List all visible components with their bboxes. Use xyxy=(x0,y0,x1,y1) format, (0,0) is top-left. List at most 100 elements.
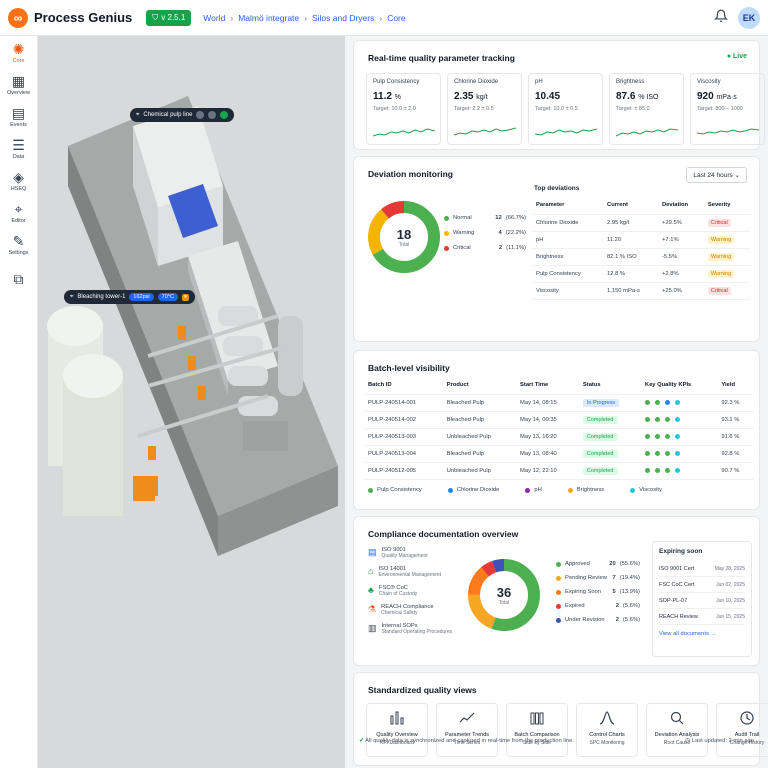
severity-badge: Warning xyxy=(707,269,735,278)
expiring-item[interactable]: REACH Review Jun 15, 2025 xyxy=(659,609,745,625)
legend-dot xyxy=(556,561,561,567)
magnifier-icon xyxy=(669,710,685,726)
tag-control-icon[interactable] xyxy=(196,111,205,119)
severity-badge: Warning xyxy=(707,252,735,261)
legend-item: Warning 4 (22.2%) xyxy=(444,230,526,236)
expiring-name: SOP-PL-07 xyxy=(659,597,688,604)
kpi-name: pH xyxy=(535,79,543,85)
legend-dot xyxy=(556,589,561,595)
select-value: Last 24 hours xyxy=(693,172,733,179)
cell: 92.8 % xyxy=(717,445,754,463)
kpi-chlorine-dioxide[interactable]: Chlorine Dioxide 2.35 kg/t Target: 2.2 ±… xyxy=(447,73,522,145)
breadcrumb-world[interactable]: World xyxy=(203,13,225,23)
cell: +7.1% xyxy=(658,231,704,249)
document-icon: ▤ xyxy=(368,547,377,557)
expiring-name: FSC CoC Cert xyxy=(659,581,695,588)
table-row[interactable]: Viscosity 1,150 mPa·s +25.0% Critical xyxy=(532,282,750,300)
kpi-brightness[interactable]: Brightness 87.6 % ISO Target: ± 85.0 xyxy=(609,73,684,145)
3d-plant-viewer[interactable]: ⌖ Chemical pulp line ⌖ Bleaching tower-1… xyxy=(38,36,345,768)
table-row[interactable]: pH 11.20 +7.1% Warning xyxy=(532,231,750,249)
shield-icon: ⛉ xyxy=(152,12,159,22)
doc-item[interactable]: ♣ FSC® CoC Chain of Custody xyxy=(368,585,452,597)
table-row[interactable]: PULP-240514-002 Bleached Pulp May 14, 00:3… xyxy=(364,411,754,429)
view-deviation-analysis[interactable]: Deviation Analysis Root Cause xyxy=(646,703,708,757)
external-link-button[interactable]: ⧉ xyxy=(14,272,24,286)
column-header: Key Quality KPIs xyxy=(640,377,718,395)
table-row[interactable]: PULP-240512-005 Unbleached Pulp May 12, 22… xyxy=(364,462,754,480)
cell: +2.8% xyxy=(658,265,704,283)
kpi-pulp-consistency[interactable]: Pulp Consistency 11.2 % Target: 10.0 ± 2… xyxy=(366,73,441,145)
cell: Pulp Consistency xyxy=(532,265,604,283)
tag-status-icon[interactable] xyxy=(220,111,229,119)
user-avatar[interactable]: EK xyxy=(738,6,760,29)
view-parameter-trends[interactable]: Parameter Trends Time Series xyxy=(436,703,498,757)
expiring-soon-panel: Expiring soon ISO 9001 Cert May 28, 2025 … xyxy=(652,541,752,657)
kpi-unit: % ISO xyxy=(638,94,659,101)
card-title: Batch-level visibility xyxy=(368,363,450,373)
breadcrumb-core[interactable]: Core xyxy=(387,13,405,23)
legend-pct: (66.7%) xyxy=(505,215,526,221)
view-batch-comparison[interactable]: Batch Comparison Side by Side xyxy=(506,703,568,757)
cell: 1,150 mPa·s xyxy=(603,282,658,300)
alert-icon[interactable]: ⏸ xyxy=(181,293,189,301)
table-row[interactable]: PULP-240514-001 Bleached Pulp May 14, 08:1… xyxy=(364,394,754,412)
tag-bleaching-tower[interactable]: ⌖ Bleaching tower-1 162psi 70°C ⏸ xyxy=(64,290,195,304)
view-control-charts[interactable]: Control Charts SPC Monitoring xyxy=(576,703,638,757)
table-row[interactable]: Pulp Consistency 12.8 % +2.8% Warning xyxy=(532,265,750,283)
legend-item: Pulp Consistency xyxy=(368,487,422,493)
expiring-item[interactable]: SOP-PL-07 Jun 10, 2025 xyxy=(659,593,745,609)
sidebar-item-data[interactable]: ☰ Data xyxy=(12,138,25,160)
doc-item[interactable]: ⚗ REACH Compliance Chemical Safety xyxy=(368,604,452,616)
expiring-item[interactable]: FSC CoC Cert Jun 02, 2025 xyxy=(659,577,745,593)
kpi-ph[interactable]: pH 10.45 Target: 10.0 ± 0.5 xyxy=(528,73,603,145)
legend-pct: (13.9%) xyxy=(619,589,640,595)
severity-badge: Critical xyxy=(707,218,731,227)
doc-item[interactable]: ⌂ ISO 14001 Environmental Management xyxy=(368,566,452,578)
version-badge[interactable]: ⛉ v 2.5.1 xyxy=(146,9,192,26)
doc-item[interactable]: ▤ ISO 9001 Quality Management xyxy=(368,547,452,559)
tag-chemical-pulp-line[interactable]: ⌖ Chemical pulp line xyxy=(130,108,235,122)
legend-item: Under Revision 2 (5.6%) xyxy=(556,617,640,623)
legend-item: Normal 12 (66.7%) xyxy=(444,215,526,221)
tag-control-icon[interactable] xyxy=(208,111,217,119)
time-range-select[interactable]: Last 24 hours ⌄ xyxy=(686,167,747,183)
bell-icon[interactable] xyxy=(713,9,729,26)
kpi-dots xyxy=(644,468,713,473)
cell: 12.8 % xyxy=(603,265,658,283)
cell: +29.5% xyxy=(658,214,704,232)
kpi-unit: mPa·s xyxy=(716,94,737,101)
doc-item[interactable]: ▥ Internal SOPs Standard Operating Procedu… xyxy=(368,623,452,635)
sidebar-item-events[interactable]: ▤ Events xyxy=(10,106,27,128)
table-row[interactable]: PULP-240513-003 Unbleached Pulp May 13, 16… xyxy=(364,428,754,446)
breadcrumb-silos[interactable]: Silos and Dryers xyxy=(312,13,374,23)
top-deviations-table: Parameter Current Deviation Severity Chl… xyxy=(532,197,750,300)
process-genius-logo[interactable]: ∞ xyxy=(8,7,28,28)
breadcrumb-malmo[interactable]: Malmö integrate xyxy=(238,13,299,23)
legend-dot xyxy=(556,603,561,609)
kpi-viscosity[interactable]: Viscosity 920 mPa·s Target: 800 – 1000 xyxy=(690,73,765,145)
expiring-item[interactable]: ISO 9001 Cert May 28, 2025 xyxy=(659,561,745,577)
legend-dot xyxy=(447,487,453,493)
sidebar-item-core[interactable]: ✺ Core xyxy=(13,42,25,64)
cell: +25.0% xyxy=(658,282,704,300)
sidebar-item-hseq[interactable]: ◈ HSEQ xyxy=(11,170,27,192)
expiring-date: Jun 10, 2025 xyxy=(716,597,745,604)
table-row[interactable]: Chlorine Dioxide 2.95 kg/t +29.5% Critical xyxy=(532,214,750,232)
cell: May 14, 00:35 xyxy=(516,411,579,429)
batch-visibility-card: Batch-level visibility Batch ID Product … xyxy=(353,350,760,510)
kpi-unit: % xyxy=(394,94,401,101)
view-audit-trail[interactable]: Audit Trail Change History xyxy=(716,703,768,757)
sidebar-item-settings[interactable]: ✎ Settings xyxy=(9,234,29,256)
sparkline xyxy=(697,128,759,135)
view-quality-overview[interactable]: Quality Overview KPI Dashboard xyxy=(366,703,428,757)
table-row[interactable]: PULP-240513-004 Bleached Pulp May 13, 08:4… xyxy=(364,445,754,463)
legend-pct: (5.6%) xyxy=(622,617,640,623)
table-row[interactable]: Brightness 82.1 % ISO -5.5% Warning xyxy=(532,248,750,266)
column-header: Severity xyxy=(703,197,750,215)
view-all-documents-link[interactable]: View all documents → xyxy=(659,631,745,637)
wrench-icon: ✎ xyxy=(12,233,25,249)
sidebar-item-overview[interactable]: ▦ Overview xyxy=(7,74,30,96)
kpi-name: Pulp Consistency xyxy=(373,79,420,85)
cell: Chlorine Dioxide xyxy=(532,214,604,232)
sidebar-item-editor[interactable]: ⌖ Editor xyxy=(11,202,25,224)
